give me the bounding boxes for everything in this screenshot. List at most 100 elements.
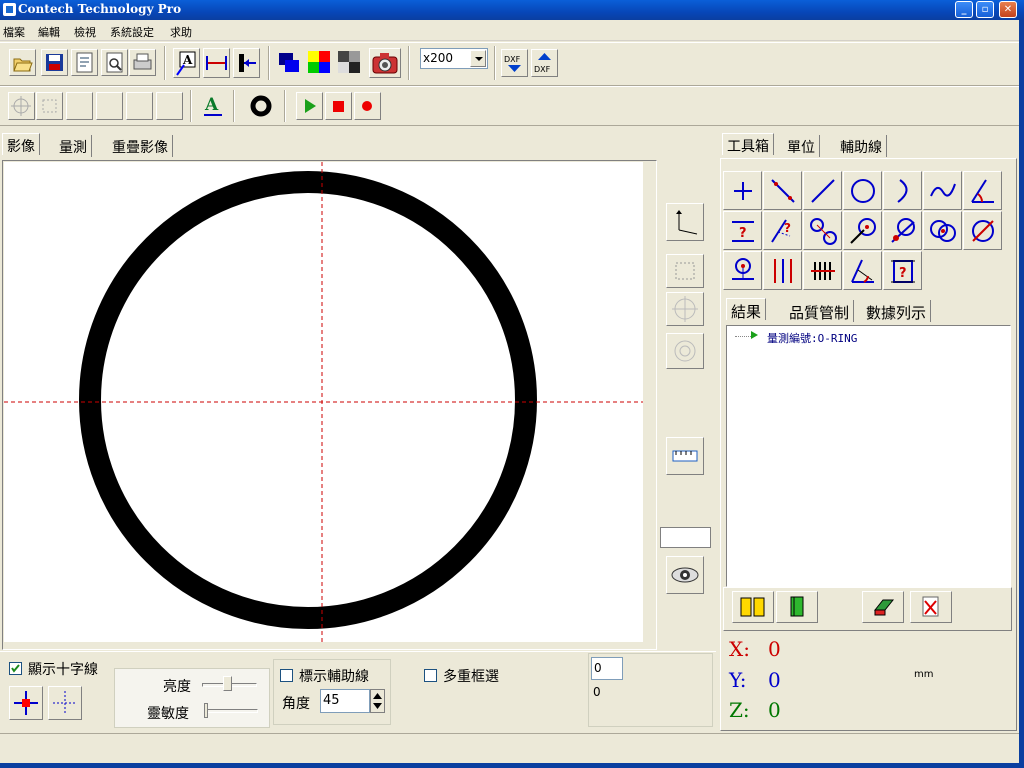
zoom-select[interactable]: x200 <box>420 48 488 69</box>
tab-overlay[interactable]: 重疊影像 <box>108 135 173 157</box>
blank-button-3[interactable] <box>126 92 153 120</box>
tangent-tool-icon[interactable] <box>883 211 922 250</box>
record-icon[interactable] <box>354 92 381 120</box>
tab-data-list[interactable]: 數據列示 <box>862 300 932 322</box>
value-field[interactable] <box>660 527 711 548</box>
tab-quality-control[interactable]: 品質管制 <box>785 300 855 322</box>
ruler-icon[interactable] <box>666 437 704 475</box>
menu-settings[interactable]: 系統設定 <box>110 24 154 40</box>
line-tool-icon[interactable] <box>803 171 842 210</box>
save-icon[interactable] <box>41 49 68 76</box>
play-marker-icon <box>751 331 758 339</box>
crosshair-color-icon[interactable] <box>9 686 43 720</box>
tree-item-measurement[interactable]: 量測編號:O-RING <box>767 330 857 346</box>
blank-button-2[interactable] <box>96 92 123 120</box>
y-label: Y: <box>729 668 747 692</box>
blank-button-1[interactable] <box>66 92 93 120</box>
point-tool-icon[interactable] <box>723 171 762 210</box>
menu-view[interactable]: 檢視 <box>74 24 96 40</box>
select-box-icon[interactable] <box>36 92 63 120</box>
sensitivity-slider[interactable] <box>206 709 258 713</box>
minimize-button[interactable]: _ <box>955 1 973 18</box>
maximize-button[interactable]: ▫ <box>976 1 994 18</box>
play-icon[interactable] <box>296 92 323 120</box>
circle-distance-icon[interactable] <box>803 211 842 250</box>
point-line-distance-icon[interactable]: ? <box>763 211 802 250</box>
tab-guides[interactable]: 輔助線 <box>836 135 887 157</box>
sensitivity-thumb[interactable] <box>204 703 208 718</box>
focus-icon[interactable] <box>666 333 704 369</box>
dxf-import-icon[interactable]: DXF <box>501 49 528 77</box>
delete-icon[interactable] <box>910 591 952 623</box>
mark-guides-checkbox[interactable] <box>280 669 293 682</box>
report-icon[interactable] <box>71 49 98 76</box>
show-crosshair-label: 顯示十字線 <box>28 662 98 678</box>
show-crosshair-checkbox[interactable] <box>9 662 22 675</box>
chevron-down-icon[interactable] <box>470 50 486 67</box>
grayscale-icon[interactable] <box>335 48 362 78</box>
menu-help[interactable]: 求助 <box>170 24 192 40</box>
multi-line-icon[interactable] <box>803 251 842 290</box>
status-bar <box>0 733 1019 763</box>
angle-tool-icon[interactable] <box>963 171 1002 210</box>
circle-tool-icon[interactable] <box>843 171 882 210</box>
dxf-export-icon[interactable]: DXF <box>531 49 558 77</box>
eraser-icon[interactable] <box>862 591 904 623</box>
angle-input[interactable]: 45 <box>320 689 370 713</box>
tab-image[interactable]: 影像 <box>2 133 40 155</box>
tab-toolbox[interactable]: 工具箱 <box>722 133 774 155</box>
preview-icon[interactable] <box>101 49 128 76</box>
crosshair-style-icon[interactable] <box>48 686 82 720</box>
angle-measure-icon[interactable] <box>843 251 882 290</box>
height-measure-icon[interactable]: ? <box>883 251 922 290</box>
diameter-tool-icon[interactable] <box>963 211 1002 250</box>
unit-label: mm <box>914 669 934 680</box>
circle-intersect-icon[interactable] <box>923 211 962 250</box>
open-icon[interactable] <box>9 49 36 76</box>
dimension-icon[interactable] <box>203 48 230 78</box>
circle-center-icon[interactable] <box>723 251 762 290</box>
color-mode-icon[interactable] <box>305 48 332 78</box>
point-circle-icon[interactable] <box>843 211 882 250</box>
text-annotation-icon[interactable]: A <box>173 48 200 78</box>
camera-view[interactable] <box>4 162 643 642</box>
open-book-icon[interactable] <box>732 591 774 623</box>
edge-icon[interactable] <box>233 48 260 78</box>
auto-measure-icon[interactable]: A <box>199 92 226 120</box>
tab-measure[interactable]: 量測 <box>55 135 92 157</box>
eye-icon[interactable] <box>666 556 704 594</box>
stop-icon[interactable] <box>325 92 352 120</box>
tree-connector <box>735 336 751 337</box>
menu-edit[interactable]: 編輯 <box>38 24 60 40</box>
angle-label: 角度 <box>282 696 310 712</box>
count-input[interactable]: 0 <box>591 657 623 680</box>
multi-select-checkbox[interactable] <box>424 669 437 682</box>
camera-image <box>4 162 643 642</box>
angle-stepper[interactable] <box>370 689 385 713</box>
tab-units[interactable]: 單位 <box>783 135 820 157</box>
camera-icon[interactable] <box>369 48 401 78</box>
line-2pt-tool-icon[interactable] <box>763 171 802 210</box>
svg-text:?: ? <box>899 266 907 281</box>
close-button[interactable]: ✕ <box>999 1 1017 18</box>
menu-bar: 檔案 編輯 檢視 系統設定 求助 <box>0 20 1024 41</box>
rect-select-icon[interactable] <box>666 254 704 288</box>
distance-tool-icon[interactable]: ? <box>723 211 762 250</box>
crosshair-move-icon[interactable] <box>8 92 35 120</box>
overlay-icon[interactable] <box>275 48 302 78</box>
dxf-export-text: DXF <box>534 65 551 74</box>
brightness-group <box>114 668 270 728</box>
book-icon[interactable] <box>776 591 818 623</box>
arc-tool-icon[interactable] <box>883 171 922 210</box>
tab-results[interactable]: 結果 <box>726 298 767 321</box>
axis-icon[interactable] <box>666 203 704 241</box>
dxf-import-text: DXF <box>504 55 521 64</box>
target-icon[interactable] <box>666 292 704 326</box>
menu-file[interactable]: 檔案 <box>3 24 25 40</box>
brightness-thumb[interactable] <box>223 676 232 691</box>
print-icon[interactable] <box>129 49 156 76</box>
ring-icon[interactable] <box>247 92 274 120</box>
curve-tool-icon[interactable] <box>923 171 962 210</box>
parallel-lines-icon[interactable] <box>763 251 802 290</box>
blank-button-4[interactable] <box>156 92 183 120</box>
